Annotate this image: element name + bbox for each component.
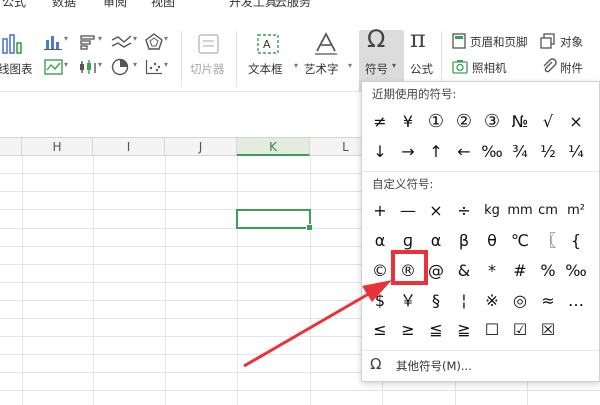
spreadsheet-window: 公式 数据 审阅 视图 开发工具 云服务 线图表 ▾ ▾ ▾ ▾ ▾ ▾ ▾ ▾… [0, 0, 600, 405]
annotation-arrow [243, 280, 392, 368]
